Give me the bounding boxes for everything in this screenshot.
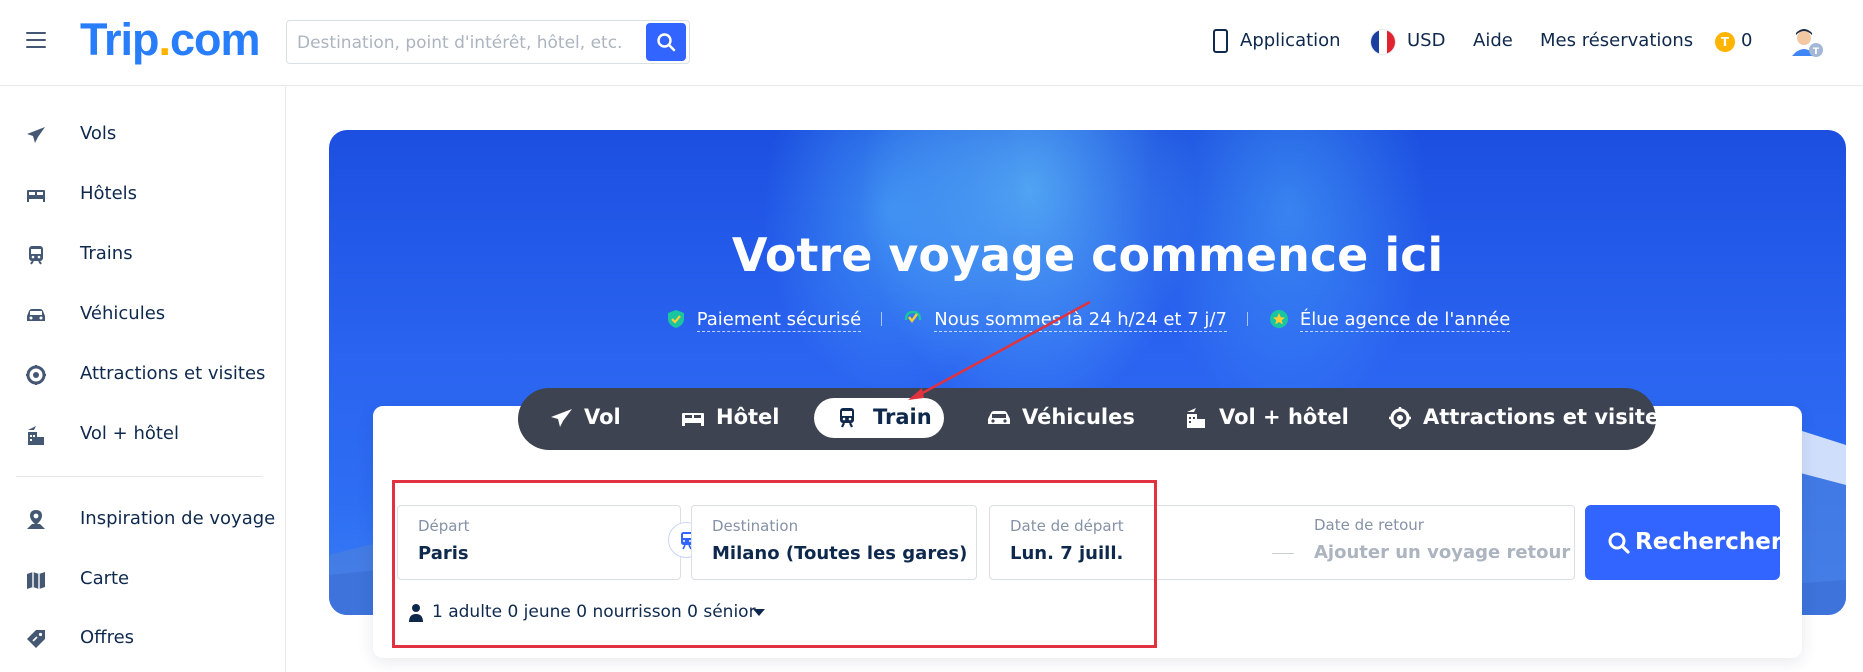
menu-icon[interactable] xyxy=(26,32,46,48)
tab-vehicles[interactable]: Véhicules xyxy=(986,398,1135,438)
tab-hotel[interactable]: Hôtel xyxy=(680,398,780,438)
help-link[interactable]: Aide xyxy=(1473,30,1513,51)
bed-icon xyxy=(682,413,704,426)
tab-train[interactable]: Train xyxy=(814,398,944,438)
tab-flight[interactable]: Vol xyxy=(548,398,628,438)
train-icon xyxy=(29,246,43,265)
sidebar-item-label: Véhicules xyxy=(80,303,166,324)
return-date-placeholder[interactable]: Ajouter un voyage retour xyxy=(1314,542,1570,563)
sidebar-item-label: Attractions et visites xyxy=(80,363,266,384)
sidebar-item-label: Vol + hôtel xyxy=(80,423,180,444)
tab-attractions[interactable]: Attractions et visites xyxy=(1387,398,1672,438)
award-star-icon xyxy=(1269,310,1288,328)
france-flag-icon[interactable] xyxy=(1371,30,1395,54)
search-input[interactable] xyxy=(297,31,637,55)
search-button[interactable] xyxy=(646,23,686,61)
badge-award[interactable]: Élue agence de l'année xyxy=(1268,308,1511,332)
attractions-icon xyxy=(26,365,46,385)
svg-text:T: T xyxy=(1813,47,1820,57)
sidebar-item-flight-hotel[interactable]: Vol + hôtel xyxy=(0,415,285,455)
return-date-label: Date de retour xyxy=(1314,516,1424,534)
sidebar-divider xyxy=(16,476,263,477)
sidebar-item-hotels[interactable]: Hôtels xyxy=(0,175,285,215)
search-bar xyxy=(286,20,690,64)
sidebar-item-vehicles[interactable]: Véhicules xyxy=(0,295,285,335)
plane-icon xyxy=(551,409,572,427)
plane-icon xyxy=(27,127,45,143)
bed-icon xyxy=(27,190,45,202)
car-icon xyxy=(27,309,45,321)
hero-title: Votre voyage commence ici xyxy=(731,228,1444,282)
my-reservations-link[interactable]: Mes réservations xyxy=(1540,30,1693,51)
sidebar-item-attractions[interactable]: Attractions et visites xyxy=(0,355,285,395)
search-trains-button[interactable]: Rechercher xyxy=(1585,505,1782,580)
trip-logo[interactable]: Trip.com xyxy=(80,14,261,66)
flight-hotel-icon xyxy=(1187,408,1205,428)
top-header: Trip.com Application USD Aide Mes réserv… xyxy=(0,0,1863,86)
date-separator xyxy=(1272,553,1294,554)
sidebar-item-label: Vols xyxy=(80,123,117,144)
badge-separator xyxy=(1246,312,1248,326)
highlight-box xyxy=(392,480,1157,648)
sidebar-item-label: Carte xyxy=(80,568,130,589)
application-link[interactable]: Application xyxy=(1240,30,1341,51)
tag-icon xyxy=(27,630,45,648)
trip-coins-count[interactable]: 0 xyxy=(1741,30,1752,51)
sidebar: Vols Hôtels Trains Véhicules Attractions… xyxy=(0,87,286,672)
map-icon xyxy=(27,572,45,589)
badge-separator xyxy=(881,312,883,326)
sidebar-item-travel-inspiration[interactable]: Inspiration de voyage xyxy=(0,500,285,540)
badge-secure-payment[interactable]: Paiement sécurisé xyxy=(665,308,862,332)
currency-selector[interactable]: USD xyxy=(1407,30,1445,51)
search-icon xyxy=(1608,532,1630,554)
attractions-icon xyxy=(1389,407,1411,429)
sidebar-item-label: Trains xyxy=(80,243,133,264)
trust-badges: Paiement sécurisé Nous sommes là 24 h/24… xyxy=(329,308,1846,332)
sidebar-item-trains[interactable]: Trains xyxy=(0,235,285,275)
phone-icon[interactable] xyxy=(1213,29,1228,53)
location-icon xyxy=(27,510,45,529)
sidebar-item-map[interactable]: Carte xyxy=(0,560,285,600)
shield-check-icon xyxy=(667,310,684,328)
car-icon xyxy=(988,411,1010,424)
tab-flight-hotel[interactable]: Vol + hôtel xyxy=(1183,398,1349,438)
train-icon xyxy=(840,408,854,428)
product-tabs: Vol Hôtel Train Véhicules Vol + hôtel At… xyxy=(518,388,1672,450)
sidebar-item-label: Offres xyxy=(80,627,135,648)
sidebar-item-label: Hôtels xyxy=(80,183,138,204)
badge-support[interactable]: Nous sommes là 24 h/24 et 7 j/7 xyxy=(902,308,1227,332)
support-icon xyxy=(905,310,922,324)
search-icon xyxy=(657,33,676,52)
flight-hotel-icon xyxy=(28,426,44,445)
trip-coins-icon: T xyxy=(1715,32,1735,52)
sidebar-item-flights[interactable]: Vols xyxy=(0,115,285,155)
sidebar-item-offers[interactable]: Offres xyxy=(0,619,285,659)
user-avatar-icon[interactable]: T xyxy=(1790,26,1824,60)
sidebar-item-label: Inspiration de voyage xyxy=(80,508,276,529)
